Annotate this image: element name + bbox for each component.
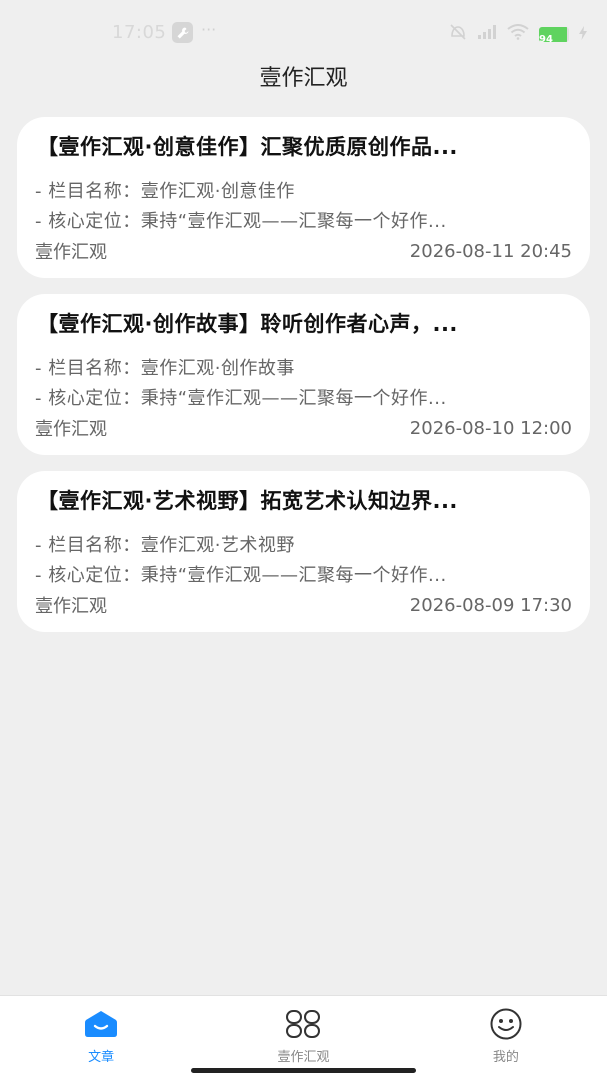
- article-card[interactable]: 【壹作汇观·创意佳作】汇聚优质原创作品... - 栏目名称：壹作汇观·创意佳作 …: [17, 117, 590, 278]
- mute-icon: [449, 24, 467, 44]
- home-indicator[interactable]: [191, 1068, 416, 1073]
- article-positioning: - 核心定位：秉持“壹作汇观——汇聚每一个好作...: [35, 565, 447, 586]
- cellular-signal-icon: [477, 24, 497, 44]
- wifi-icon: [507, 24, 529, 44]
- article-column-name: - 栏目名称：壹作汇观·创作故事: [35, 358, 295, 379]
- smiley-icon: [488, 1008, 524, 1040]
- article-column-name: - 栏目名称：壹作汇观·创意佳作: [35, 181, 295, 202]
- article-date: 2026-08-10 12:00: [409, 417, 572, 439]
- app-screen: 17:05 ··· 94 壹作汇观 【壹作汇观·创意佳作】汇聚优质原创作品...…: [0, 0, 607, 1080]
- home-icon: [83, 1008, 119, 1040]
- page-title: 壹作汇观: [259, 66, 348, 91]
- wrench-icon: [172, 22, 193, 43]
- article-source: 壹作汇观: [35, 596, 107, 617]
- article-positioning: - 核心定位：秉持“壹作汇观——汇聚每一个好作...: [35, 388, 447, 409]
- article-source: 壹作汇观: [35, 419, 107, 440]
- status-indicators: 94: [449, 24, 587, 44]
- tab-articles[interactable]: 文章: [0, 996, 202, 1080]
- tab-label: 我的: [492, 1050, 519, 1065]
- article-title: 【壹作汇观·创意佳作】汇聚优质原创作品...: [37, 135, 458, 159]
- tab-label: 文章: [88, 1050, 115, 1065]
- article-card[interactable]: 【壹作汇观·创作故事】聆听创作者心声，... - 栏目名称：壹作汇观·创作故事 …: [17, 294, 590, 455]
- article-source: 壹作汇观: [35, 242, 107, 263]
- more-notifications-icon: ···: [201, 20, 217, 39]
- battery-level: 94: [539, 33, 553, 42]
- status-bar: 17:05 ··· 94: [0, 0, 607, 66]
- tab-label: 壹作汇观: [277, 1050, 330, 1065]
- article-card[interactable]: 【壹作汇观·艺术视野】拓宽艺术认知边界... - 栏目名称：壹作汇观·艺术视野 …: [17, 471, 590, 632]
- article-title: 【壹作汇观·创作故事】聆听创作者心声，...: [37, 312, 458, 336]
- article-title: 【壹作汇观·艺术视野】拓宽艺术认知边界...: [37, 489, 458, 513]
- article-list: 【壹作汇观·创意佳作】汇聚优质原创作品... - 栏目名称：壹作汇观·创意佳作 …: [17, 117, 590, 648]
- grid-icon: [285, 1008, 321, 1040]
- article-positioning: - 核心定位：秉持“壹作汇观——汇聚每一个好作...: [35, 211, 447, 232]
- article-column-name: - 栏目名称：壹作汇观·艺术视野: [35, 535, 295, 556]
- charging-icon: [579, 25, 587, 44]
- tab-profile[interactable]: 我的: [405, 996, 607, 1080]
- article-date: 2026-08-09 17:30: [409, 594, 572, 616]
- status-time: 17:05: [112, 22, 167, 43]
- article-date: 2026-08-11 20:45: [409, 240, 572, 262]
- battery-icon: 94: [539, 26, 569, 42]
